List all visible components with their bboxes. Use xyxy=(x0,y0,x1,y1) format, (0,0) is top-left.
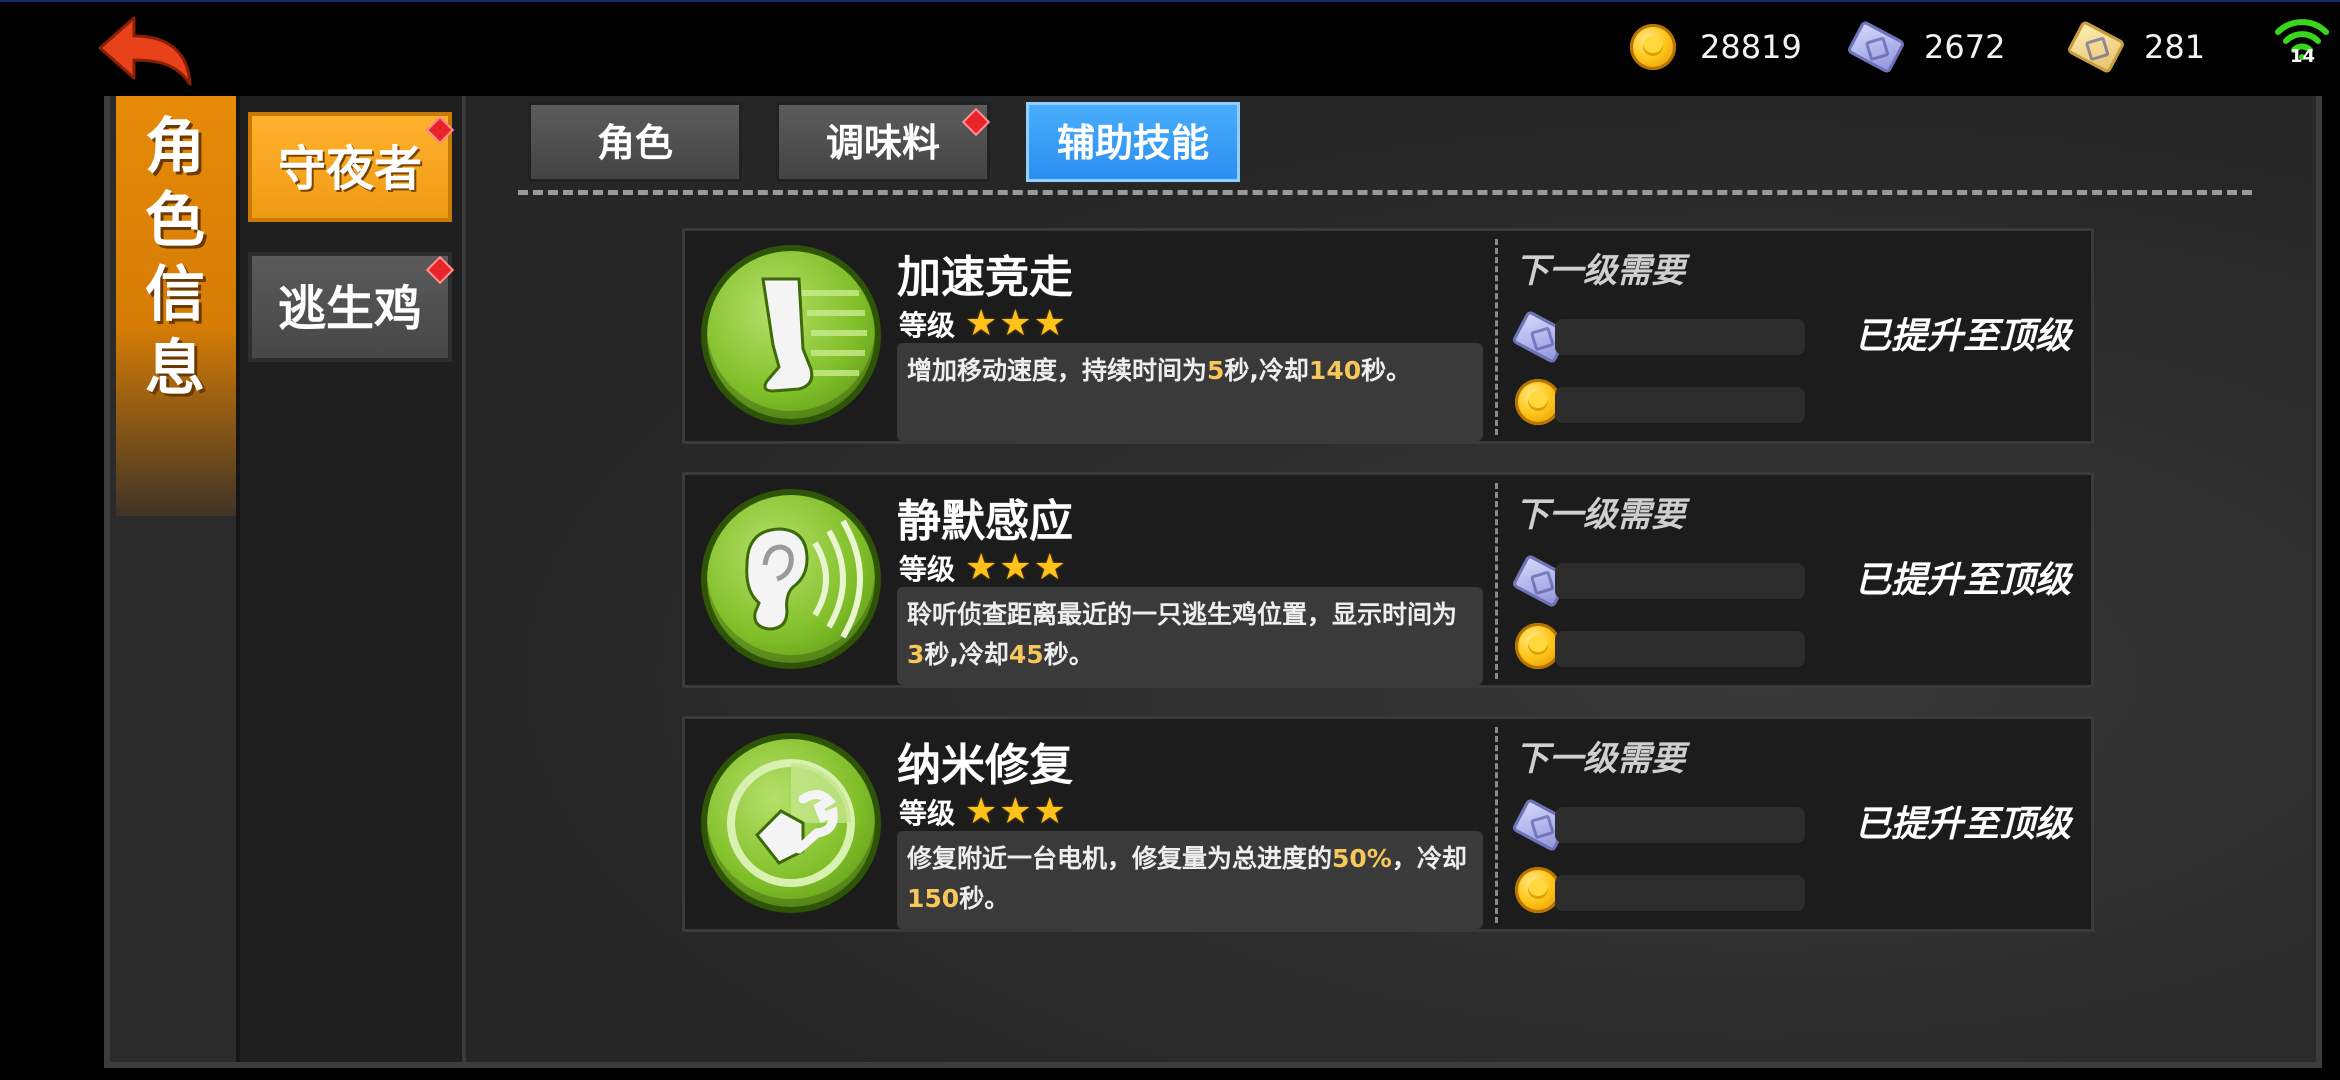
desc-text: 增加移动速度，持续时间为 xyxy=(907,356,1208,385)
side-title-char: 信 xyxy=(145,260,207,330)
coin-counter: 28819 xyxy=(1630,18,1802,76)
purple-ticket-value: 2672 xyxy=(1924,28,2006,66)
level-stars: ★★★ xyxy=(965,303,1068,344)
tab-label: 调味料 xyxy=(825,121,940,165)
skill-name: 纳米修复 xyxy=(897,740,1073,791)
requirement-ticket xyxy=(1511,797,1815,853)
requirement-bar xyxy=(1555,631,1805,667)
requirement-coin xyxy=(1515,867,1815,915)
max-level-status: 已提升至顶级 xyxy=(1855,316,2072,357)
requirement-ticket xyxy=(1511,553,1815,609)
ear-listen-icon xyxy=(707,495,875,663)
desc-text: 秒,冷却 xyxy=(1224,356,1309,385)
role-button-chicken[interactable]: 逃生鸡 xyxy=(248,252,452,362)
level-label: 等级 xyxy=(899,552,956,586)
requirement-bar xyxy=(1555,807,1805,843)
gold-ticket-counter: 281 xyxy=(2066,18,2206,76)
skill-description: 聆听侦查距离最近的一只逃生鸡位置，显示时间为 3秒,冷却45秒。 xyxy=(897,587,1483,685)
role-label: 逃生鸡 xyxy=(277,281,422,337)
skill-card: 加速竞走 等级 ★★★ 增加移动速度，持续时间为5秒,冷却140秒。 下一级需要… xyxy=(682,228,2094,444)
requirement-bar xyxy=(1555,563,1805,599)
max-level-status: 已提升至顶级 xyxy=(1855,560,2072,601)
purple-ticket-counter: 2672 xyxy=(1846,18,2006,76)
tab-divider xyxy=(518,190,2252,195)
gold-ticket-value: 281 xyxy=(2144,28,2206,66)
card-divider xyxy=(1495,727,1498,923)
level-stars: ★★★ xyxy=(965,547,1068,588)
tab-seasoning[interactable]: 调味料 xyxy=(776,102,990,182)
desc-text: 秒,冷却 xyxy=(924,640,1009,669)
skill-name: 静默感应 xyxy=(897,496,1073,547)
role-rail xyxy=(236,96,466,1062)
skill-name: 加速竞走 xyxy=(897,252,1073,303)
skill-level: 等级 ★★★ xyxy=(899,547,1068,588)
desc-highlight: 3 xyxy=(907,640,925,669)
skill-description: 修复附近一台电机，修复量为总进度的50%，冷却 150秒。 xyxy=(897,831,1483,929)
side-title-char: 息 xyxy=(145,334,207,404)
coin-icon xyxy=(1630,24,1676,70)
desc-highlight: 140 xyxy=(1308,356,1362,385)
desc-text: 聆听侦查距离最近的一只逃生鸡位置，显示时间为 xyxy=(907,600,1458,629)
requirement-bar xyxy=(1555,319,1805,355)
next-level-requirement-label: 下一级需要 xyxy=(1515,251,1685,291)
level-stars: ★★★ xyxy=(965,791,1068,832)
coin-value: 28819 xyxy=(1700,28,1802,66)
requirement-bar xyxy=(1555,875,1805,911)
desc-highlight: 150 xyxy=(907,884,960,913)
wrench-repair-icon xyxy=(707,739,875,907)
skill-card: 静默感应 等级 ★★★ 聆听侦查距离最近的一只逃生鸡位置，显示时间为 3秒,冷却4… xyxy=(682,472,2094,688)
desc-text: ，冷却 xyxy=(1391,844,1467,873)
skill-level: 等级 ★★★ xyxy=(899,303,1068,344)
desc-highlight: 50% xyxy=(1332,844,1392,873)
gold-ticket-icon xyxy=(2066,19,2126,75)
max-level-status: 已提升至顶级 xyxy=(1855,804,2072,845)
next-level-requirement-label: 下一级需要 xyxy=(1515,739,1685,779)
next-level-requirement-label: 下一级需要 xyxy=(1515,495,1685,535)
tab-character[interactable]: 角色 xyxy=(528,102,742,182)
level-label: 等级 xyxy=(899,796,956,830)
desc-text: 秒。 xyxy=(1361,356,1412,385)
requirement-coin xyxy=(1515,623,1815,671)
skill-level: 等级 ★★★ xyxy=(899,791,1068,832)
desc-text: 秒。 xyxy=(959,884,1010,913)
requirement-ticket xyxy=(1511,309,1815,365)
skill-description: 增加移动速度，持续时间为5秒,冷却140秒。 xyxy=(897,343,1483,441)
foot-speed-icon xyxy=(707,251,875,419)
tab-support-skills[interactable]: 辅助技能 xyxy=(1026,102,1240,182)
signal-value: 14 xyxy=(2290,46,2316,67)
side-title: 角 色 信 息 xyxy=(116,110,236,406)
tab-label: 角色 xyxy=(596,121,673,165)
level-label: 等级 xyxy=(899,308,956,342)
back-arrow-icon[interactable] xyxy=(96,14,196,92)
side-title-char: 角 xyxy=(145,112,207,182)
desc-text: 修复附近一台电机，修复量为总进度的 xyxy=(907,844,1333,873)
role-button-watcher[interactable]: 守夜者 xyxy=(248,112,452,222)
desc-highlight: 5 xyxy=(1207,356,1225,385)
skill-card: 纳米修复 等级 ★★★ 修复附近一台电机，修复量为总进度的50%，冷却 150秒。… xyxy=(682,716,2094,932)
desc-text: 秒。 xyxy=(1043,640,1094,669)
role-label: 守夜者 xyxy=(277,141,422,197)
side-title-char: 色 xyxy=(145,186,207,256)
tab-label: 辅助技能 xyxy=(1056,121,1209,165)
card-divider xyxy=(1495,483,1498,679)
desc-highlight: 45 xyxy=(1008,640,1044,669)
purple-ticket-icon xyxy=(1846,19,1906,75)
requirement-coin xyxy=(1515,379,1815,427)
requirement-bar xyxy=(1555,387,1805,423)
card-divider xyxy=(1495,239,1498,435)
